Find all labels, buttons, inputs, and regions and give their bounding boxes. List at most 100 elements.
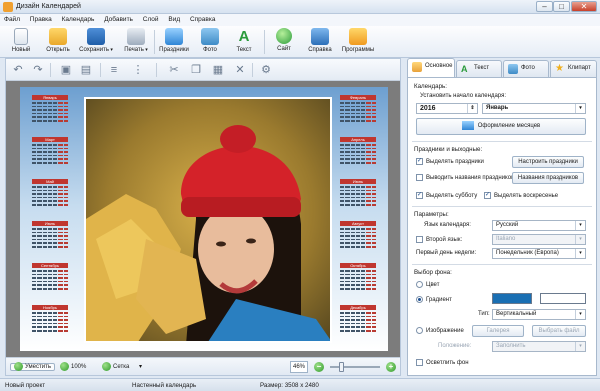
setup-holidays-button[interactable]: Настроить праздники bbox=[512, 156, 584, 168]
zoom-value[interactable]: 46% bbox=[290, 361, 308, 373]
highlight-saturday-checkbox[interactable]: ✓ Выделять субботу bbox=[416, 192, 477, 199]
grid-dropdown-icon[interactable]: ▾ bbox=[139, 364, 142, 370]
tab-clipart[interactable]: ★ Клипарт bbox=[550, 60, 597, 77]
month-block[interactable]: Март bbox=[32, 137, 68, 165]
menu-help[interactable]: Справка bbox=[186, 14, 220, 25]
close-button[interactable]: ✕ bbox=[571, 1, 597, 12]
photo-button[interactable]: Фото bbox=[192, 27, 228, 57]
show-holiday-names-checkbox[interactable]: Выводить названия праздников bbox=[416, 174, 514, 181]
calendar-page[interactable]: Январь Февраль Март Апрель Май Июнь Июль Август… bbox=[20, 87, 388, 351]
highlight-holidays-checkbox[interactable]: ✓ Выделять праздники bbox=[416, 158, 484, 165]
month-block[interactable]: Май bbox=[32, 179, 68, 207]
gradient-type-select[interactable]: Вертикальный ▾ bbox=[492, 309, 586, 320]
lighten-bg-checkbox[interactable]: Осветлить фон bbox=[416, 359, 469, 366]
cut-icon[interactable]: ✂ bbox=[166, 63, 182, 77]
month-block[interactable]: Ноябрь bbox=[32, 305, 68, 333]
first-day-select[interactable]: Понедельник (Европа) ▾ bbox=[492, 248, 586, 259]
gradient-color-1-swatch[interactable] bbox=[492, 293, 532, 304]
second-lang-select[interactable]: Italiano ▾ bbox=[492, 234, 586, 245]
lang-select[interactable]: Русский ▾ bbox=[492, 220, 586, 231]
chevron-down-icon: ▾ bbox=[575, 235, 585, 244]
zoom-100-button[interactable]: 100% bbox=[60, 361, 86, 373]
menu-file[interactable]: Файл bbox=[0, 14, 24, 25]
month-block[interactable]: Октябрь bbox=[340, 263, 376, 291]
month-block[interactable]: Июнь bbox=[340, 179, 376, 207]
design-months-button[interactable]: Оформление месяцев bbox=[416, 118, 586, 135]
month-days-grid bbox=[32, 101, 68, 123]
radio-unselected[interactable] bbox=[416, 327, 423, 334]
delete-icon[interactable]: ✕ bbox=[232, 63, 248, 77]
zoom-out-icon[interactable]: − bbox=[314, 362, 324, 372]
text-button[interactable]: A Текст bbox=[226, 27, 262, 57]
checkbox-checked[interactable]: ✓ bbox=[484, 192, 491, 199]
print-button[interactable]: Печать bbox=[118, 27, 154, 57]
minimize-button[interactable]: – bbox=[536, 1, 553, 12]
gradient-color-2-swatch[interactable] bbox=[540, 293, 586, 304]
send-back-icon[interactable]: ▤ bbox=[78, 63, 94, 77]
menu-calendar[interactable]: Календарь bbox=[58, 14, 99, 25]
radio-selected[interactable] bbox=[416, 296, 423, 303]
bg-gradient-radio[interactable]: Градиент bbox=[416, 296, 452, 303]
gallery-button[interactable]: Галерея bbox=[472, 325, 524, 337]
open-button[interactable]: Открыть bbox=[40, 27, 76, 57]
programs-button[interactable]: Программы bbox=[338, 27, 378, 57]
save-button[interactable]: Сохранить bbox=[76, 27, 116, 57]
tab-photo[interactable]: Фото bbox=[503, 60, 549, 77]
month-select[interactable]: Январь ▾ bbox=[482, 103, 586, 114]
month-days-grid bbox=[32, 311, 68, 333]
month-block[interactable]: Сентябрь bbox=[32, 263, 68, 291]
distribute-icon[interactable]: ⋮ bbox=[130, 63, 146, 77]
align-icon[interactable]: ≡ bbox=[106, 63, 122, 77]
month-block[interactable]: Апрель bbox=[340, 137, 376, 165]
grid-icon bbox=[102, 361, 111, 371]
bg-image-radio[interactable]: Изображение bbox=[416, 327, 464, 334]
checkbox-unchecked[interactable] bbox=[416, 174, 423, 181]
menu-layer[interactable]: Слой bbox=[139, 14, 163, 25]
month-block[interactable]: Август bbox=[340, 221, 376, 249]
fit-button[interactable]: Уместить bbox=[10, 361, 55, 373]
bring-front-icon[interactable]: ▣ bbox=[58, 63, 74, 77]
zoom-slider[interactable] bbox=[330, 362, 380, 372]
tab-text[interactable]: A Текст bbox=[456, 60, 502, 77]
grid-button[interactable]: Сетка ▾ bbox=[102, 361, 142, 373]
calendar-photo[interactable] bbox=[84, 97, 332, 343]
menu-add[interactable]: Добавить bbox=[100, 14, 137, 25]
spinner-arrows-icon[interactable]: ⇕ bbox=[467, 104, 477, 113]
bg-color-radio[interactable]: Цвет bbox=[416, 281, 439, 288]
holidays-button[interactable]: Праздники bbox=[156, 27, 192, 57]
month-block[interactable]: Декабрь bbox=[340, 305, 376, 333]
month-block[interactable]: Февраль bbox=[340, 95, 376, 123]
properties-icon[interactable]: ⚙ bbox=[258, 63, 274, 77]
collapse-handle[interactable] bbox=[6, 191, 9, 231]
site-button[interactable]: Сайт bbox=[266, 27, 302, 57]
zoom-slider-thumb[interactable] bbox=[339, 362, 344, 372]
position-select[interactable]: Заполнить ▾ bbox=[492, 341, 586, 352]
undo-icon[interactable]: ↶ bbox=[10, 63, 26, 77]
month-title: Сентябрь bbox=[32, 263, 68, 268]
month-block[interactable]: Июль bbox=[32, 221, 68, 249]
choose-file-button[interactable]: Выбрать файл bbox=[532, 325, 586, 337]
new-button[interactable]: Новый bbox=[3, 27, 39, 57]
redo-icon[interactable]: ↷ bbox=[30, 63, 46, 77]
copy-icon[interactable]: ❐ bbox=[188, 63, 204, 77]
tab-main[interactable]: Основное bbox=[407, 58, 455, 77]
checkbox-checked[interactable]: ✓ bbox=[416, 192, 423, 199]
paste-icon[interactable]: ▦ bbox=[210, 63, 226, 77]
menu-view[interactable]: Вид bbox=[164, 14, 184, 25]
help-button[interactable]: Справка bbox=[302, 27, 338, 57]
holiday-names-button[interactable]: Названия праздников bbox=[512, 172, 584, 184]
highlight-sunday-checkbox[interactable]: ✓ Выделять воскресенье bbox=[484, 192, 558, 199]
design-workarea[interactable]: Январь Февраль Март Апрель Май Июнь Июль Август… bbox=[6, 81, 400, 357]
zoom-in-icon[interactable]: + bbox=[386, 362, 396, 372]
checkbox-checked[interactable]: ✓ bbox=[416, 158, 423, 165]
menu-edit[interactable]: Правка bbox=[26, 14, 56, 25]
checkbox-unchecked[interactable] bbox=[416, 236, 423, 243]
month-title: Декабрь bbox=[340, 305, 376, 310]
checkbox-unchecked[interactable] bbox=[416, 359, 423, 366]
radio-unselected[interactable] bbox=[416, 281, 423, 288]
year-spinner[interactable]: 2016 ⇕ bbox=[416, 103, 478, 114]
divider bbox=[412, 141, 592, 142]
month-block[interactable]: Январь bbox=[32, 95, 68, 123]
second-lang-checkbox[interactable]: Второй язык: bbox=[416, 236, 462, 243]
maximize-button[interactable]: □ bbox=[553, 1, 570, 12]
